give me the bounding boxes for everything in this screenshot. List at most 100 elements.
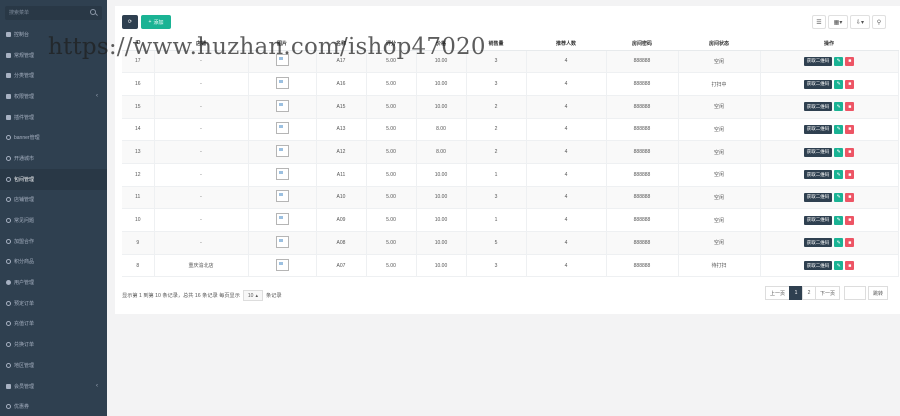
edit-button[interactable]: ✎ xyxy=(834,170,844,180)
delete-button[interactable]: ■ xyxy=(845,192,855,202)
next-page-button[interactable]: 下一页 xyxy=(815,286,841,300)
table-cell: 16 xyxy=(122,72,155,96)
circle-icon xyxy=(6,404,11,410)
table-cell: 4 xyxy=(526,72,607,96)
add-button[interactable]: + 添加 xyxy=(141,15,171,29)
sidebar-item-7[interactable]: 包间管理 xyxy=(0,168,107,190)
edit-button[interactable]: ✎ xyxy=(834,215,844,225)
broken-image-icon[interactable] xyxy=(275,122,289,135)
table-cell: A10 xyxy=(316,186,367,210)
page-jump-button[interactable]: 跳转 xyxy=(868,286,889,300)
page-button-1[interactable]: 1 xyxy=(789,286,804,300)
table-search-button[interactable]: ⚲ xyxy=(872,15,886,29)
get-qrcode-button[interactable]: 获取二维码 xyxy=(803,261,833,271)
get-qrcode-button[interactable]: 获取二维码 xyxy=(803,56,833,66)
sidebar-item-6[interactable]: 开通城市 xyxy=(0,148,107,169)
sidebar-item-9[interactable]: 常见问题 xyxy=(0,210,107,231)
edit-button[interactable]: ✎ xyxy=(834,102,844,112)
edit-button[interactable]: ✎ xyxy=(834,261,844,271)
get-qrcode-button[interactable]: 获取二维码 xyxy=(803,147,833,157)
get-qrcode-button[interactable]: 获取二维码 xyxy=(803,79,833,89)
delete-button[interactable]: ■ xyxy=(845,215,855,225)
table-cell: A07 xyxy=(316,254,367,278)
export-button[interactable]: ⇩▾ xyxy=(850,15,870,29)
column-header[interactable]: 房间状态 xyxy=(678,37,760,51)
column-header[interactable]: 评分 xyxy=(366,37,416,51)
delete-button[interactable]: ■ xyxy=(845,238,855,248)
column-header[interactable]: 房间密码 xyxy=(606,37,678,51)
broken-image-icon[interactable] xyxy=(275,167,289,180)
sidebar-item-14[interactable]: 充值订单 xyxy=(0,314,107,335)
broken-image-icon[interactable] xyxy=(275,99,289,112)
sidebar-item-5[interactable]: banner管理 xyxy=(0,127,107,148)
sidebar-item-18[interactable]: 优惠券 xyxy=(0,396,107,416)
broken-image-icon[interactable] xyxy=(275,258,289,271)
search-icon: ⚲ xyxy=(876,19,882,26)
column-header[interactable]: 推荐人数 xyxy=(526,37,606,51)
edit-button[interactable]: ✎ xyxy=(834,147,844,157)
sidebar-item-13[interactable]: 预定订单 xyxy=(0,293,107,314)
column-header[interactable]: 操作 xyxy=(760,37,898,51)
sidebar-item-2[interactable]: 分类管理 xyxy=(0,65,107,86)
chevron-left-icon: ‹ xyxy=(96,383,98,390)
get-qrcode-button[interactable]: 获取二维码 xyxy=(803,192,833,202)
edit-button[interactable]: ✎ xyxy=(834,56,844,66)
edit-button[interactable]: ✎ xyxy=(834,124,844,134)
page-button-2[interactable]: 2 xyxy=(802,286,817,300)
sidebar-item-10[interactable]: 加盟合作 xyxy=(0,231,107,252)
sidebar-item-label: 权限管理 xyxy=(14,93,35,100)
list-view-button[interactable]: ☰ xyxy=(812,15,826,29)
table-cell: 5.00 xyxy=(366,118,417,142)
refresh-button[interactable]: ⟳ xyxy=(122,15,138,29)
sidebar-item-12[interactable]: 用户管理 xyxy=(0,272,107,293)
sidebar-item-11[interactable]: 积分商品 xyxy=(0,252,107,273)
sidebar-item-1[interactable]: 常规管理 xyxy=(0,45,107,66)
columns-button[interactable]: ▦▾ xyxy=(828,15,848,29)
sidebar-item-8[interactable]: 店铺管理 xyxy=(0,190,107,211)
get-qrcode-button[interactable]: 获取二维码 xyxy=(803,215,833,225)
broken-image-icon[interactable] xyxy=(275,235,289,248)
get-qrcode-button[interactable]: 获取二维码 xyxy=(803,170,833,180)
delete-button[interactable]: ■ xyxy=(845,102,855,112)
get-qrcode-button[interactable]: 获取二维码 xyxy=(803,102,833,112)
broken-image-icon[interactable] xyxy=(275,213,289,226)
delete-button[interactable]: ■ xyxy=(845,124,855,134)
delete-button[interactable]: ■ xyxy=(845,170,855,180)
table-header-row: ID 店铺 图片 名称 评分 价格 销售量 推荐人数 房间密码 房间状态 操作 xyxy=(122,37,898,51)
sidebar-item-4[interactable]: 插件管理 xyxy=(0,107,107,128)
column-header[interactable]: 店铺 xyxy=(154,37,248,51)
prev-page-button[interactable]: 上一页 xyxy=(765,286,791,300)
column-header[interactable]: ID xyxy=(122,37,154,51)
sidebar-item-label: 兑换订单 xyxy=(14,342,35,349)
sidebar-item-16[interactable]: 地区管理 xyxy=(0,355,107,376)
column-header[interactable]: 销售量 xyxy=(466,37,526,51)
broken-image-icon[interactable] xyxy=(275,145,289,158)
delete-button[interactable]: ■ xyxy=(845,56,855,66)
content-panel: ⟳ + 添加 ☰ ▦▾ ⇩▾ ⚲ ID 店铺 图片 名称 评分 价格 销售量 推荐人数 房间密码房… xyxy=(115,6,900,314)
get-qrcode-button[interactable]: 获取二维码 xyxy=(803,238,833,248)
column-header[interactable]: 图片 xyxy=(248,37,316,51)
sidebar-item-15[interactable]: 兑换订单 xyxy=(0,334,107,355)
search-icon[interactable] xyxy=(90,9,96,15)
column-header[interactable]: 价格 xyxy=(416,37,466,51)
sidebar-search-input[interactable] xyxy=(5,6,102,20)
table-cell: A13 xyxy=(316,118,367,142)
sidebar-item-3[interactable]: 权限管理 ‹ xyxy=(0,86,107,107)
edit-button[interactable]: ✎ xyxy=(834,79,844,89)
page-jump-input[interactable] xyxy=(844,286,867,300)
delete-button[interactable]: ■ xyxy=(845,79,855,89)
edit-button[interactable]: ✎ xyxy=(834,192,844,202)
table-cell: 10.00 xyxy=(416,231,467,255)
sidebar-item-17[interactable]: 会员管理 ‹ xyxy=(0,376,107,397)
sidebar-item-0[interactable]: 控制台 xyxy=(0,24,107,45)
get-qrcode-button[interactable]: 获取二维码 xyxy=(803,124,833,134)
broken-image-icon[interactable] xyxy=(275,77,289,90)
table-cell: 4 xyxy=(526,208,607,232)
page-size-select[interactable]: 10 ▴ xyxy=(242,290,263,301)
delete-button[interactable]: ■ xyxy=(845,147,855,157)
broken-image-icon[interactable] xyxy=(275,54,289,67)
broken-image-icon[interactable] xyxy=(275,190,289,203)
column-header[interactable]: 名称 xyxy=(316,37,366,51)
delete-button[interactable]: ■ xyxy=(845,261,855,271)
edit-button[interactable]: ✎ xyxy=(834,238,844,248)
